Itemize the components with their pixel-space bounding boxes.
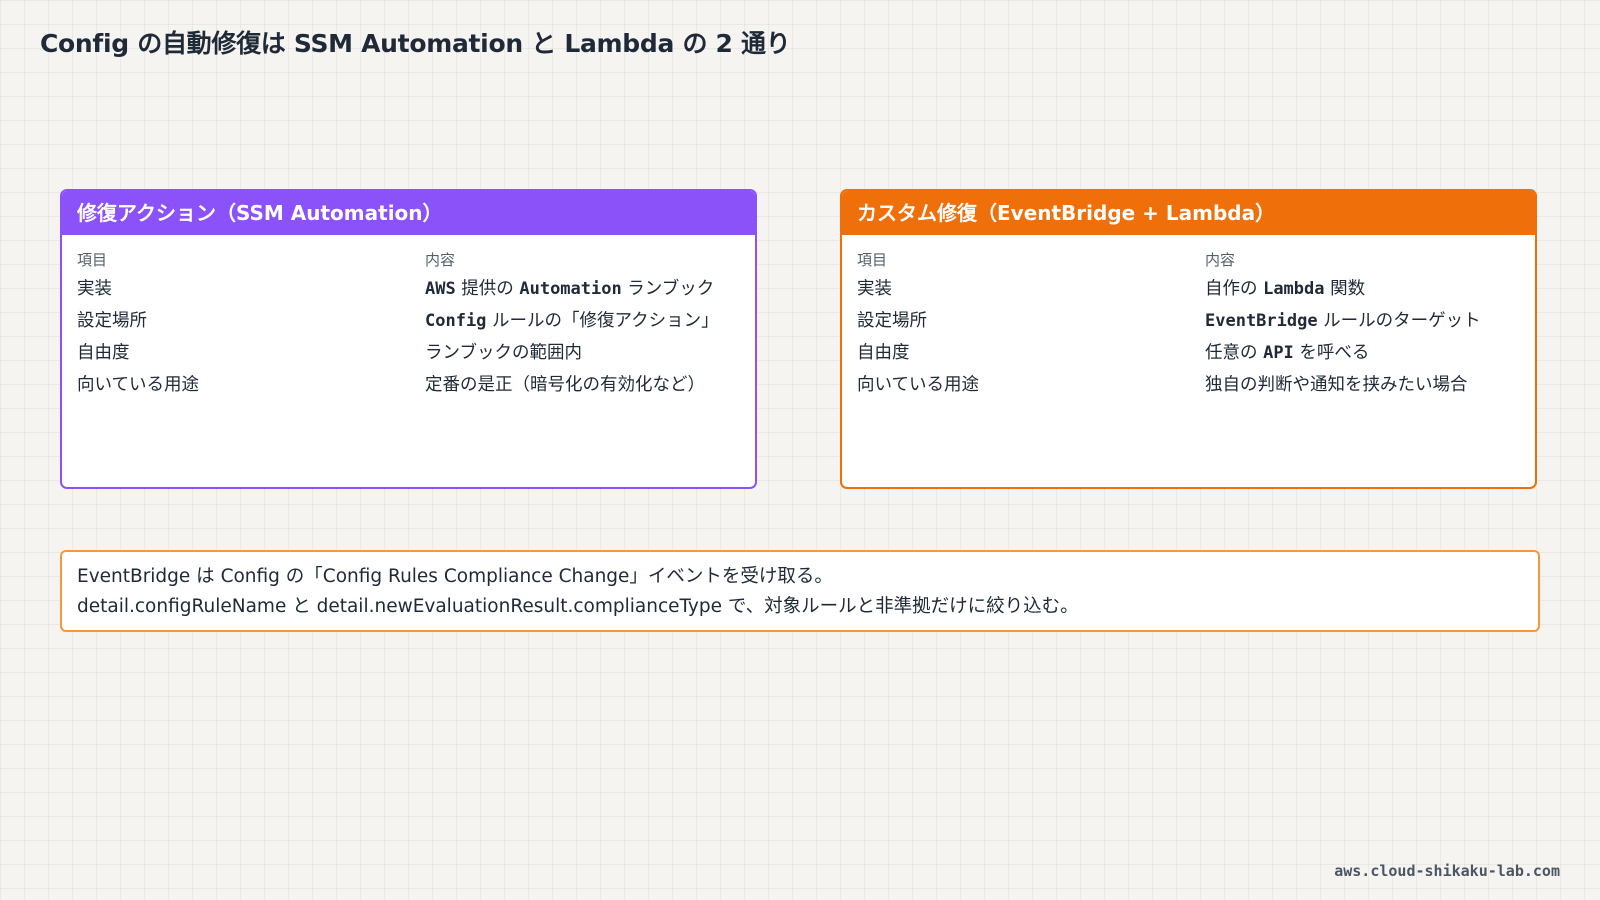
- code-text: AWS: [425, 278, 456, 299]
- row-item-label: 設定場所: [857, 310, 927, 331]
- table-row: 向いている用途 独自の判断や通知を挟みたい場合: [857, 367, 1535, 399]
- row-content-value: EventBridge ルールのターゲット: [1205, 307, 1481, 332]
- row-content-value: AWS 提供の Automation ランブック: [425, 275, 714, 300]
- row-item-label: 自由度: [857, 342, 910, 363]
- row-item-label: 実装: [77, 278, 112, 299]
- table-row: 実装 AWS 提供の Automation ランブック: [77, 271, 755, 303]
- custom-lambda-card: カスタム修復（EventBridge + Lambda） 項目 内容 実装 自作の…: [840, 189, 1537, 489]
- row-content-value: Config ルールの「修復アクション」: [425, 307, 719, 332]
- note-line-1: EventBridge は Config の「Config Rules Comp…: [77, 566, 833, 587]
- page-title: Config の自動修復は SSM Automation と Lambda の …: [40, 29, 791, 58]
- custom-lambda-card-header: カスタム修復（EventBridge + Lambda）: [842, 191, 1535, 235]
- table-row: 実装 自作の Lambda 関数: [857, 271, 1535, 303]
- content-text: 提供の: [455, 278, 520, 299]
- content-text: 独自の判断や通知を挟みたい場合: [1205, 374, 1468, 395]
- content-text: ランブックの範囲内: [425, 342, 582, 363]
- content-text: ルールの「修復アクション」: [486, 310, 719, 331]
- column-header-item: 項目: [77, 250, 108, 269]
- table-row: 自由度 任意の API を呼べる: [857, 335, 1535, 367]
- row-content-value: 定番の是正（暗号化の有効化など）: [425, 371, 705, 396]
- table-body: 実装 自作の Lambda 関数設定場所 EventBridge ルールのターゲット…: [857, 271, 1535, 399]
- code-text: Lambda: [1263, 278, 1325, 299]
- content-text: 定番の是正（暗号化の有効化など）: [425, 374, 705, 395]
- code-text: EventBridge: [1205, 310, 1318, 331]
- ssm-automation-table: 項目 内容 実装 AWS 提供の Automation ランブック設定場所 Conf…: [62, 235, 755, 399]
- table-row: 設定場所 Config ルールの「修復アクション」: [77, 303, 755, 335]
- row-content-value: ランブックの範囲内: [425, 339, 582, 364]
- table-header-row: 項目 内容: [77, 247, 755, 271]
- row-item-label: 自由度: [77, 342, 130, 363]
- content-text: 任意の: [1205, 342, 1264, 363]
- content-text: ルールのターゲット: [1317, 310, 1481, 331]
- row-content-value: 任意の API を呼べる: [1205, 339, 1369, 364]
- row-item-label: 実装: [857, 278, 892, 299]
- code-text: API: [1263, 342, 1294, 363]
- column-header-content: 内容: [425, 250, 456, 269]
- content-text: ランブック: [621, 278, 715, 299]
- table-row: 向いている用途 定番の是正（暗号化の有効化など）: [77, 367, 755, 399]
- column-header-content: 内容: [1205, 250, 1236, 269]
- custom-lambda-table: 項目 内容 実装 自作の Lambda 関数設定場所 EventBridge ルール…: [842, 235, 1535, 399]
- eventbridge-note: EventBridge は Config の「Config Rules Comp…: [60, 550, 1540, 632]
- column-header-item: 項目: [857, 250, 888, 269]
- footer-site-url: aws.cloud-shikaku-lab.com: [1334, 862, 1560, 880]
- table-row: 設定場所 EventBridge ルールのターゲット: [857, 303, 1535, 335]
- row-content-value: 自作の Lambda 関数: [1205, 275, 1365, 300]
- row-item-label: 向いている用途: [77, 374, 199, 395]
- code-text: Automation: [519, 278, 622, 299]
- row-item-label: 向いている用途: [857, 374, 979, 395]
- table-row: 自由度 ランブックの範囲内: [77, 335, 755, 367]
- row-item-label: 設定場所: [77, 310, 147, 331]
- table-body: 実装 AWS 提供の Automation ランブック設定場所 Config ルール…: [77, 271, 755, 399]
- table-header-row: 項目 内容: [857, 247, 1535, 271]
- row-content-value: 独自の判断や通知を挟みたい場合: [1205, 371, 1468, 396]
- content-text: 関数: [1324, 278, 1366, 299]
- ssm-automation-card: 修復アクション（SSM Automation） 項目 内容 実装 AWS 提供の …: [60, 189, 757, 489]
- content-text: を呼べる: [1293, 342, 1370, 363]
- code-text: Config: [425, 310, 487, 331]
- note-line-2: detail.configRuleName と detail.newEvalua…: [77, 596, 1079, 617]
- ssm-automation-card-header: 修復アクション（SSM Automation）: [62, 191, 755, 235]
- content-text: 自作の: [1205, 278, 1264, 299]
